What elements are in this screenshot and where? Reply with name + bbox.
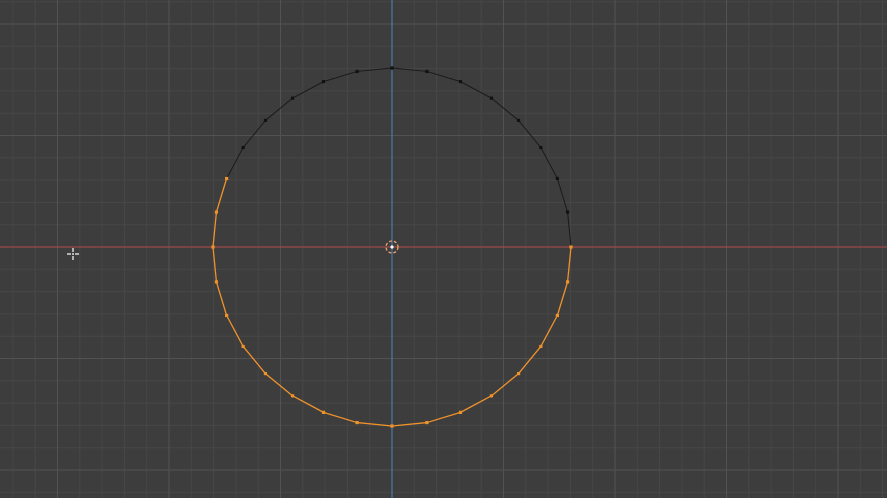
edge[interactable] bbox=[518, 120, 542, 148]
selected-vertex[interactable] bbox=[355, 420, 359, 425]
selected-edge[interactable] bbox=[556, 281, 569, 316]
vertex[interactable] bbox=[355, 69, 359, 74]
selected-vertex[interactable] bbox=[290, 394, 295, 398]
selected-edge[interactable] bbox=[242, 346, 266, 374]
selected-vertex[interactable] bbox=[321, 410, 326, 414]
selected-edge[interactable] bbox=[460, 395, 492, 413]
selected-vertex[interactable] bbox=[241, 344, 245, 349]
selected-vertex[interactable] bbox=[489, 394, 494, 398]
selected-vertex[interactable] bbox=[214, 280, 219, 284]
selected-edge[interactable] bbox=[491, 373, 519, 397]
selected-vertex[interactable] bbox=[263, 371, 268, 376]
selected-vertex[interactable] bbox=[214, 210, 219, 214]
vertex[interactable] bbox=[516, 118, 521, 123]
edge[interactable] bbox=[556, 178, 569, 213]
selected-edge[interactable] bbox=[518, 346, 542, 374]
selected-edge[interactable] bbox=[292, 395, 324, 413]
vertex[interactable] bbox=[390, 66, 394, 70]
selected-vertex[interactable] bbox=[565, 280, 570, 284]
edge[interactable] bbox=[226, 147, 244, 179]
selected-edge[interactable] bbox=[215, 178, 228, 213]
viewport-canvas[interactable] bbox=[0, 0, 887, 498]
origin-dot bbox=[390, 245, 394, 249]
selected-vertex[interactable] bbox=[425, 420, 429, 425]
selected-edge[interactable] bbox=[265, 373, 293, 397]
selected-vertex[interactable] bbox=[569, 245, 573, 249]
grid-major-lines bbox=[0, 0, 887, 498]
edge[interactable] bbox=[491, 97, 519, 121]
edge[interactable] bbox=[242, 120, 266, 148]
grid-minor-lines bbox=[0, 0, 887, 498]
selected-edge[interactable] bbox=[426, 411, 461, 424]
edge[interactable] bbox=[540, 147, 558, 179]
selected-vertex[interactable] bbox=[225, 176, 229, 181]
vertex[interactable] bbox=[425, 69, 429, 74]
selected-vertex[interactable] bbox=[390, 424, 394, 428]
selected-vertex[interactable] bbox=[225, 313, 229, 318]
selected-vertex[interactable] bbox=[211, 245, 215, 249]
selected-edge[interactable] bbox=[323, 411, 358, 424]
vertex[interactable] bbox=[489, 96, 494, 100]
vertex[interactable] bbox=[458, 80, 463, 84]
vertex[interactable] bbox=[290, 96, 295, 100]
selected-edge[interactable] bbox=[540, 315, 558, 347]
vertex[interactable] bbox=[241, 145, 245, 150]
edge[interactable] bbox=[265, 97, 293, 121]
vertex[interactable] bbox=[555, 176, 559, 181]
selected-vertex[interactable] bbox=[516, 371, 521, 376]
selected-vertex[interactable] bbox=[458, 410, 463, 414]
selected-vertex[interactable] bbox=[539, 344, 543, 349]
selected-edge[interactable] bbox=[226, 315, 244, 347]
edge[interactable] bbox=[292, 81, 324, 99]
selected-edge[interactable] bbox=[215, 281, 228, 316]
vertex[interactable] bbox=[263, 118, 268, 123]
vertex[interactable] bbox=[565, 210, 570, 214]
3d-viewport[interactable] bbox=[0, 0, 887, 498]
vertex[interactable] bbox=[321, 80, 326, 84]
move-cursor-icon bbox=[67, 248, 79, 260]
vertex[interactable] bbox=[539, 145, 543, 150]
edge[interactable] bbox=[426, 70, 461, 83]
edge[interactable] bbox=[323, 70, 358, 83]
selected-vertex[interactable] bbox=[555, 313, 559, 318]
edge[interactable] bbox=[460, 81, 492, 99]
